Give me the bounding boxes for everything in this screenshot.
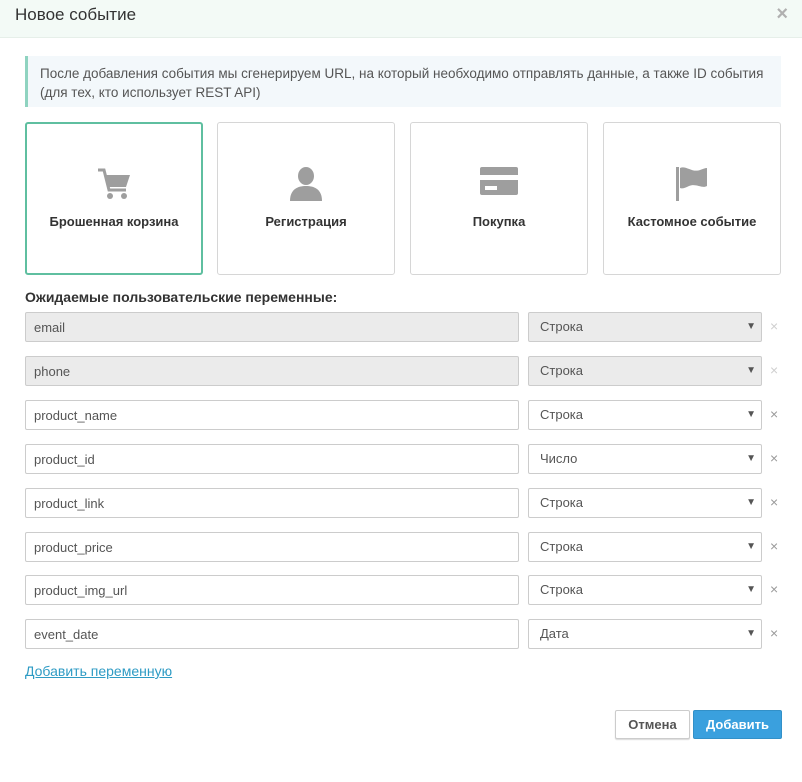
event-type-card-registration[interactable]: Регистрация [217,122,395,275]
remove-variable-icon[interactable]: × [770,623,778,643]
variable-type-select[interactable]: Строка ▼ [528,532,762,562]
credit-card-icon [480,167,518,195]
chevron-down-icon: ▼ [746,365,756,376]
remove-variable-icon[interactable]: × [770,448,778,468]
variable-row: Строка ▼ × [25,575,781,605]
chevron-down-icon: ▼ [746,584,756,595]
chevron-down-icon: ▼ [746,409,756,420]
variable-type-value: Строка [540,539,584,554]
event-type-card-purchase[interactable]: Покупка [410,122,588,275]
variable-type-value: Строка [540,363,584,378]
remove-variable-icon[interactable]: × [770,316,778,336]
close-icon[interactable]: × [776,4,788,24]
cart-icon [98,168,130,199]
variable-type-select[interactable]: Строка ▼ [528,356,762,386]
variable-type-select[interactable]: Строка ▼ [528,400,762,430]
remove-variable-icon[interactable]: × [770,404,778,424]
remove-variable-icon[interactable]: × [770,579,778,599]
variable-row: Число ▼ × [25,444,781,474]
chevron-down-icon: ▼ [746,321,756,332]
flag-icon [676,167,707,201]
variables-heading: Ожидаемые пользовательские переменные: [25,289,338,305]
remove-variable-icon[interactable]: × [770,492,778,512]
info-notice: После добавления события мы сгенерируем … [25,56,781,107]
variable-row: Строка ▼ × [25,400,781,430]
event-type-label: Регистрация [265,214,347,229]
variable-type-select[interactable]: Строка ▼ [528,488,762,518]
variable-type-select[interactable]: Строка ▼ [528,312,762,342]
variable-type-value: Строка [540,319,584,334]
remove-variable-icon[interactable]: × [770,360,778,380]
variable-name-input[interactable] [25,312,519,342]
event-type-label: Брошенная корзина [49,214,179,229]
variable-name-input[interactable] [25,356,519,386]
variable-type-select[interactable]: Строка ▼ [528,575,762,605]
chevron-down-icon: ▼ [746,628,756,639]
variable-type-value: Строка [540,407,584,422]
variable-name-input[interactable] [25,488,519,518]
modal-header: Новое событие × [0,0,802,38]
variable-row: Строка ▼ × [25,488,781,518]
chevron-down-icon: ▼ [746,541,756,552]
variable-type-value: Строка [540,582,584,597]
add-variable-link[interactable]: Добавить переменную [25,663,172,679]
variable-name-input[interactable] [25,444,519,474]
event-type-cards: Брошенная корзина Регистрация Покупка Ка… [25,122,781,275]
event-type-card-custom[interactable]: Кастомное событие [603,122,781,275]
variable-row: Строка ▼ × [25,532,781,562]
modal-title: Новое событие [15,5,137,24]
variable-row: Строка ▼ × [25,356,781,386]
chevron-down-icon: ▼ [746,497,756,508]
event-type-label: Покупка [472,214,526,229]
variable-name-input[interactable] [25,400,519,430]
variable-row: Строка ▼ × [25,312,781,342]
variable-name-input[interactable] [25,619,519,649]
event-type-card-abandoned-cart[interactable]: Брошенная корзина [25,122,203,275]
chevron-down-icon: ▼ [746,453,756,464]
user-icon [290,167,322,201]
variable-type-value: Число [540,451,578,466]
variable-name-input[interactable] [25,532,519,562]
remove-variable-icon[interactable]: × [770,536,778,556]
variable-type-select[interactable]: Число ▼ [528,444,762,474]
add-button[interactable]: Добавить [693,710,782,739]
variable-type-select[interactable]: Дата ▼ [528,619,762,649]
variable-row: Дата ▼ × [25,619,781,649]
variable-type-value: Строка [540,495,584,510]
cancel-button[interactable]: Отмена [615,710,690,739]
variable-name-input[interactable] [25,575,519,605]
event-type-label: Кастомное событие [627,214,757,229]
variable-type-value: Дата [540,626,569,641]
